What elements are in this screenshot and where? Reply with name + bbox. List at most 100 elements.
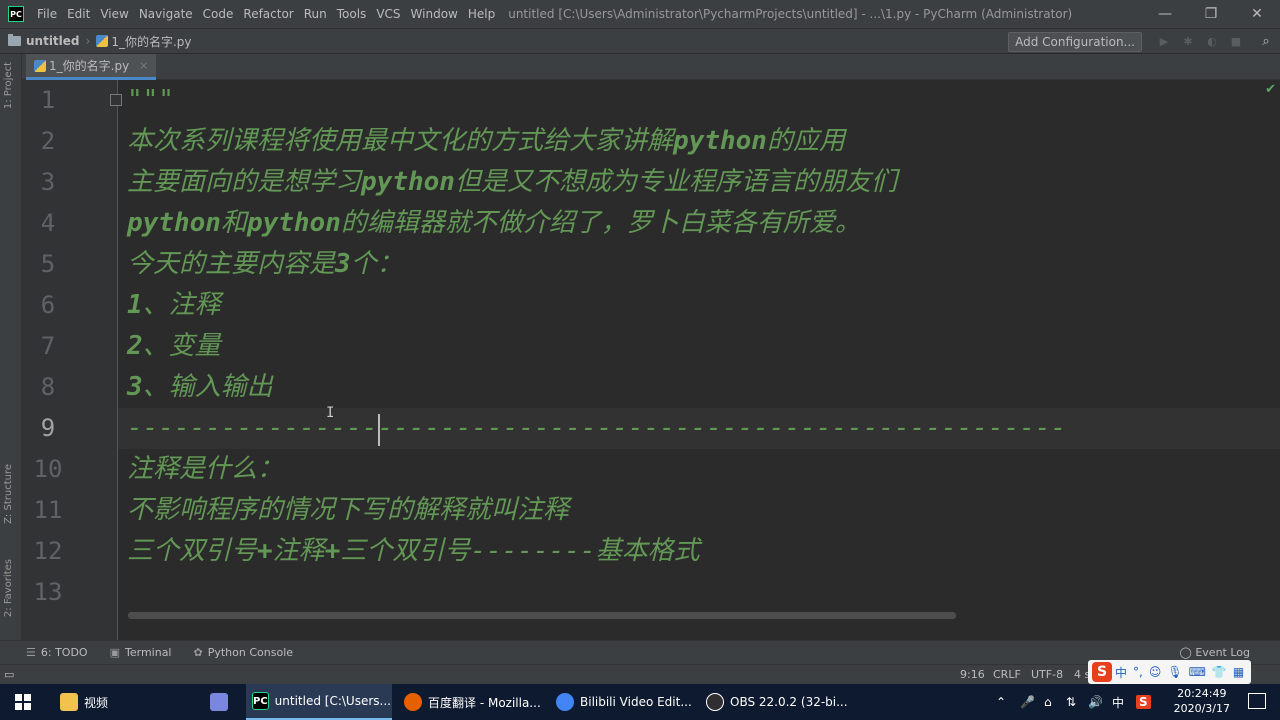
menu-refactor[interactable]: Refactor: [238, 7, 298, 21]
punctuation-icon[interactable]: °,: [1133, 665, 1143, 679]
event-log-label: Event Log: [1195, 646, 1250, 659]
horizontal-scrollbar[interactable]: [128, 612, 956, 619]
caret-position[interactable]: 9:16: [960, 668, 985, 681]
clock-date: 2020/3/17: [1173, 702, 1230, 715]
ime-toolbar[interactable]: S 中 °, ☺ 🎙 ⌨ 👕 ▦: [1088, 660, 1252, 684]
skin-icon[interactable]: 👕: [1212, 665, 1227, 679]
menu-tools[interactable]: Tools: [332, 7, 372, 21]
microphone-icon[interactable]: 🎙: [1167, 665, 1182, 679]
breadcrumb-project[interactable]: untitled: [8, 34, 80, 48]
minimize-button[interactable]: —: [1142, 0, 1188, 28]
run-icon[interactable]: ▶: [1158, 35, 1170, 48]
line-number: 12: [33, 537, 63, 565]
event-log-icon: ◯: [1179, 646, 1196, 659]
menu-file[interactable]: File: [32, 7, 62, 21]
status-layout-icon[interactable]: ▭: [4, 668, 14, 681]
chrome-icon: [556, 693, 574, 711]
favorites-tool-tab[interactable]: 2: Favorites: [3, 559, 14, 617]
tray-volume-icon[interactable]: 🔊: [1088, 684, 1103, 720]
editor-tab-file[interactable]: 1_你的名字.py ×: [26, 54, 157, 80]
navigation-bar: untitled › 1_你的名字.py Add Configuration..…: [0, 28, 1280, 54]
emoji-icon[interactable]: ☺: [1149, 665, 1162, 679]
keyboard-icon[interactable]: ⌨: [1189, 665, 1206, 679]
ime-mode[interactable]: 中: [1115, 664, 1127, 681]
code-line: 2、变量: [127, 331, 221, 361]
tab-label: 1_你的名字.py: [49, 59, 130, 73]
line-number: 1: [40, 86, 56, 114]
tab-close-icon[interactable]: ×: [139, 59, 148, 72]
line-number: 8: [40, 373, 56, 401]
taskbar-item-obs[interactable]: OBS 22.0.2 (32-bi...: [700, 684, 854, 720]
code-line: 1、注释: [127, 290, 221, 320]
file-name: 1_你的名字.py: [111, 34, 192, 49]
tray-mic-icon[interactable]: 🎤: [1020, 684, 1035, 720]
menu-code[interactable]: Code: [198, 7, 239, 21]
code-line: 本次系列课程将使用最中文化的方式给大家讲解python的应用: [127, 126, 845, 156]
python-console-tool-button[interactable]: ✿ Python Console: [194, 646, 294, 659]
menu-run[interactable]: Run: [299, 7, 332, 21]
app-icon: [210, 693, 228, 711]
menu-window[interactable]: Window: [406, 7, 463, 21]
taskbar-label: 视频: [84, 695, 109, 710]
code-line: python和python的编辑器就不做介绍了，罗卜白菜各有所爱。: [127, 208, 861, 238]
add-configuration-button[interactable]: Add Configuration...: [1008, 32, 1142, 52]
taskbar-label: Bilibili Video Edit...: [580, 695, 692, 709]
file-encoding[interactable]: UTF-8: [1031, 668, 1063, 681]
stop-icon[interactable]: ■: [1230, 35, 1242, 48]
line-number: 4: [40, 209, 56, 237]
close-window-button[interactable]: ✕: [1234, 0, 1280, 28]
notification-center-icon[interactable]: [1248, 693, 1266, 709]
search-icon[interactable]: ⌕: [1260, 34, 1272, 49]
line-number: 3: [40, 168, 56, 196]
line-number: 5: [40, 250, 56, 278]
python-file-icon: [96, 35, 109, 47]
start-button[interactable]: [0, 684, 46, 720]
tray-chevron-icon[interactable]: ⌃: [996, 684, 1006, 720]
line-number: 13: [33, 578, 63, 606]
maximize-button[interactable]: ❐: [1188, 0, 1234, 28]
taskbar-item-chrome[interactable]: Bilibili Video Edit...: [550, 684, 698, 720]
menu-navigate[interactable]: Navigate: [134, 7, 198, 21]
taskbar-item-pycharm[interactable]: PC untitled [C:\Users...: [246, 684, 392, 720]
structure-tool-tab[interactable]: Z: Structure: [3, 464, 14, 524]
taskbar-item-explorer[interactable]: 视频: [54, 684, 114, 720]
line-separator[interactable]: CRLF: [993, 668, 1021, 681]
terminal-tool-button[interactable]: ▣ Terminal: [110, 646, 172, 659]
breadcrumb-separator: ›: [85, 34, 91, 48]
tray-language[interactable]: 中: [1112, 684, 1124, 720]
taskbar-item-firefox[interactable]: 百度翻译 - Mozilla...: [398, 684, 547, 720]
tray-connection-icon[interactable]: ⇅: [1066, 684, 1076, 720]
tray-sogou-icon[interactable]: S: [1136, 684, 1151, 720]
folder-icon: [8, 34, 21, 46]
breadcrumb-file[interactable]: 1_你的名字.py: [96, 33, 192, 50]
tray-network-icon[interactable]: ⌂: [1044, 684, 1052, 720]
toolbox-icon[interactable]: ▦: [1233, 665, 1244, 679]
taskbar-label: OBS 22.0.2 (32-bi...: [730, 695, 848, 709]
fold-marker-icon[interactable]: [110, 94, 122, 106]
obs-icon: [706, 693, 724, 711]
line-number: 6: [40, 291, 56, 319]
project-name: untitled: [26, 34, 80, 48]
taskbar-item-app[interactable]: [204, 684, 240, 720]
code-line: 主要面向的是想学习python但是又不想成为专业程序语言的朋友们: [127, 167, 897, 197]
todo-tool-button[interactable]: ☰ 6: TODO: [26, 646, 88, 659]
coverage-icon[interactable]: ◐: [1206, 35, 1218, 48]
menu-help[interactable]: Help: [463, 7, 500, 21]
code-line: """: [127, 85, 174, 115]
sogou-ime-logo-icon[interactable]: S: [1092, 662, 1112, 682]
project-tool-tab[interactable]: 1: Project: [3, 62, 14, 109]
menu-vcs[interactable]: VCS: [371, 7, 405, 21]
debug-icon[interactable]: ✱: [1182, 35, 1194, 48]
code-editor[interactable]: 1 2 3 4 5 6 7 8 9 10 11 12 13 """ 本次系列课程…: [22, 80, 1280, 640]
menu-view[interactable]: View: [95, 7, 133, 21]
code-line: 注释是什么：: [127, 454, 284, 484]
todo-label: 6: TODO: [40, 646, 88, 659]
system-clock[interactable]: 20:24:49 2020/3/17: [1174, 686, 1230, 716]
menu-edit[interactable]: Edit: [62, 7, 95, 21]
event-log-button[interactable]: ◯ Event Log: [1180, 646, 1250, 659]
inspection-ok-icon[interactable]: ✔: [1265, 82, 1276, 97]
firefox-icon: [404, 693, 422, 711]
python-file-icon: [34, 59, 46, 72]
pycharm-logo-icon: PC: [8, 6, 24, 22]
line-number-current: 9: [40, 414, 56, 442]
